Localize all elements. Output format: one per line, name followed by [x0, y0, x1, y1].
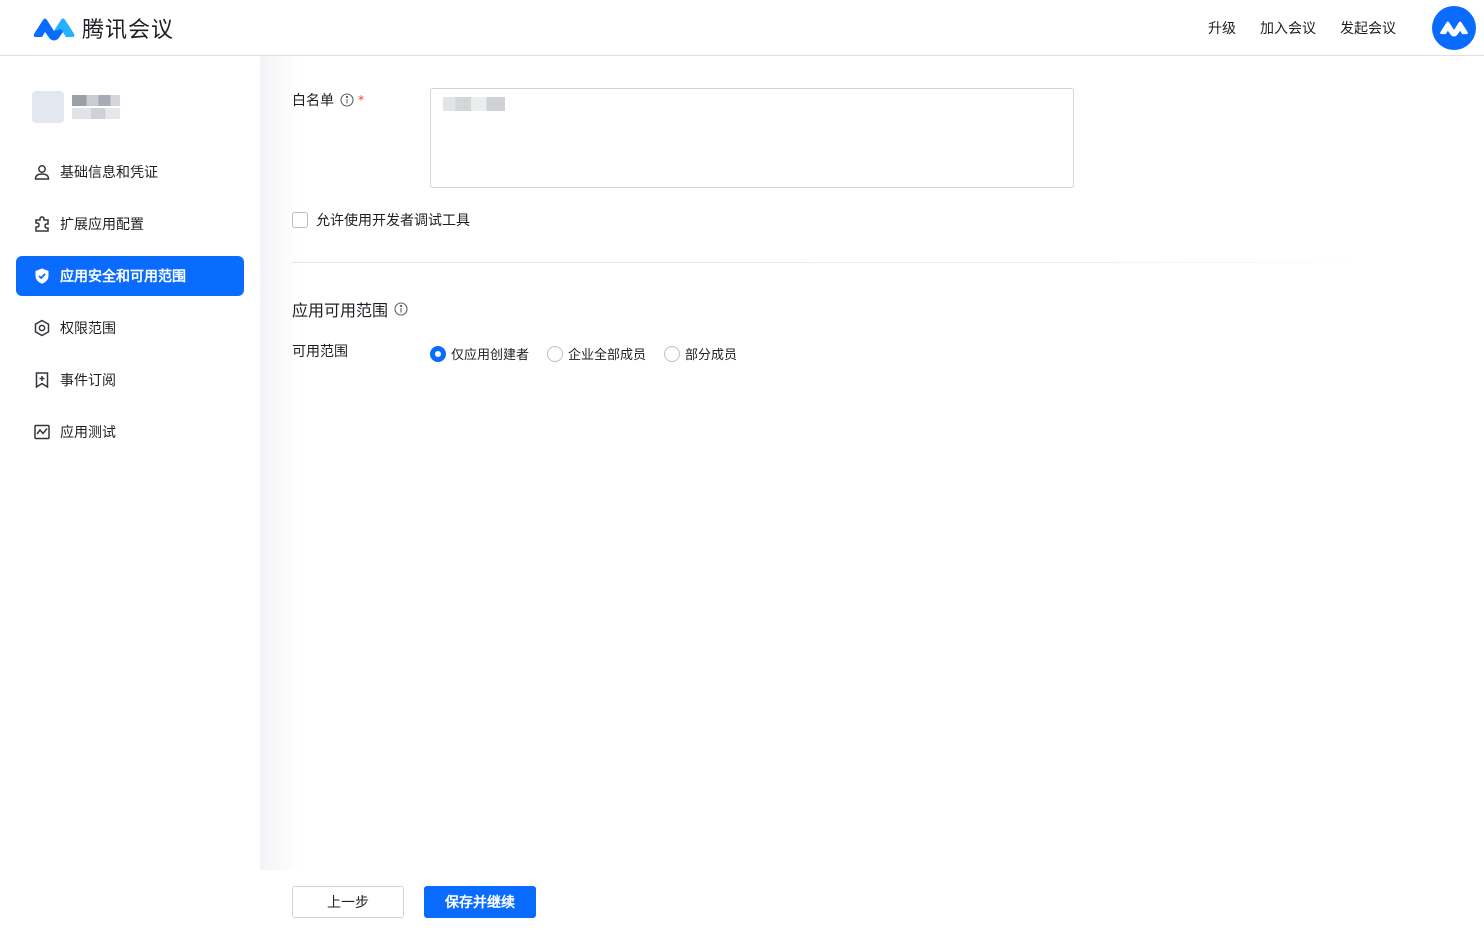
sidebar-item-app-security[interactable]: 应用安全和可用范围 [16, 256, 244, 296]
whitelist-textarea[interactable] [430, 88, 1074, 188]
shield-icon [32, 266, 52, 286]
info-icon[interactable] [340, 93, 354, 107]
footer-actions: 上一步 保存并继续 [260, 870, 1484, 934]
sidebar-item-label: 基础信息和凭证 [60, 165, 158, 181]
sidebar-item-label: 扩展应用配置 [60, 217, 144, 233]
sidebar-item-label: 事件订阅 [60, 373, 116, 389]
whitelist-label-text: 白名单 [292, 93, 334, 109]
main-content: 白名单 * 允许使用开发者调试工具 应用可用范围 可用范围 仅应用创建者 企业全… [260, 56, 1484, 870]
scope-radio-group: 仅应用创建者 企业全部成员 部分成员 [430, 344, 755, 363]
sidebar-item-extension-config[interactable]: 扩展应用配置 [16, 204, 244, 244]
section-divider [292, 262, 1382, 263]
nav-start-meeting-link[interactable]: 发起会议 [1340, 18, 1396, 38]
radio-label: 部分成员 [685, 348, 738, 363]
radio-button[interactable] [547, 345, 564, 362]
radio-button[interactable] [664, 345, 681, 362]
radio-label: 仅应用创建者 [451, 348, 530, 363]
sidebar-item-event-subscription[interactable]: 事件订阅 [16, 360, 244, 400]
devtools-checkbox[interactable] [292, 212, 308, 228]
scope-label: 可用范围 [292, 344, 348, 360]
bookmark-plus-icon [32, 370, 52, 390]
app-icon [32, 91, 64, 123]
user-avatar[interactable] [1432, 6, 1476, 50]
sidebar-item-app-test[interactable]: 应用测试 [16, 412, 244, 452]
sidebar-item-label: 权限范围 [60, 321, 116, 337]
devtools-checkbox-label: 允许使用开发者调试工具 [316, 213, 470, 229]
info-icon[interactable] [394, 302, 408, 316]
sidebar-menu: 基础信息和凭证 扩展应用配置 应用安全和可用范围 权限范围 事件订阅 应用测试 [16, 152, 244, 464]
tencent-meeting-logo-icon [33, 18, 75, 41]
scope-section-title: 应用可用范围 [292, 297, 408, 321]
puzzle-icon [32, 214, 52, 234]
whitelist-label: 白名单 * [292, 90, 364, 110]
top-nav: 升级 加入会议 发起会议 [1184, 0, 1396, 56]
nav-upgrade-link[interactable]: 升级 [1208, 18, 1236, 38]
radio-label: 企业全部成员 [568, 348, 647, 363]
sidebar-item-label: 应用安全和可用范围 [60, 269, 186, 285]
required-mark: * [358, 93, 364, 107]
gear-icon [32, 318, 52, 338]
prev-step-button[interactable]: 上一步 [292, 886, 404, 918]
devtools-checkbox-row[interactable]: 允许使用开发者调试工具 [292, 210, 470, 230]
radio-button-selected[interactable] [430, 345, 446, 362]
sidebar-item-label: 应用测试 [60, 425, 116, 441]
scope-radio-creator-only[interactable]: 仅应用创建者 [430, 344, 529, 363]
tencent-meeting-avatar-icon [1440, 21, 1468, 37]
scope-radio-some-members[interactable]: 部分成员 [664, 344, 737, 363]
brand-name: 腾讯会议 [82, 18, 175, 43]
sidebar-item-permissions[interactable]: 权限范围 [16, 308, 244, 348]
chart-icon [32, 422, 52, 442]
nav-join-meeting-link[interactable]: 加入会议 [1260, 18, 1316, 38]
user-icon [32, 162, 52, 182]
brand-logo[interactable]: 腾讯会议 [32, 12, 174, 44]
top-header: 腾讯会议 升级 加入会议 发起会议 [0, 0, 1484, 56]
app-card [32, 91, 120, 123]
scope-radio-all-members[interactable]: 企业全部成员 [547, 344, 646, 363]
save-continue-button[interactable]: 保存并继续 [424, 886, 536, 918]
sidebar-item-basic-info[interactable]: 基础信息和凭证 [16, 152, 244, 192]
scope-section-title-text: 应用可用范围 [292, 301, 389, 320]
sidebar: 基础信息和凭证 扩展应用配置 应用安全和可用范围 权限范围 事件订阅 应用测试 [0, 56, 260, 934]
whitelist-value-redacted [443, 97, 505, 111]
app-name-redacted [72, 95, 120, 119]
